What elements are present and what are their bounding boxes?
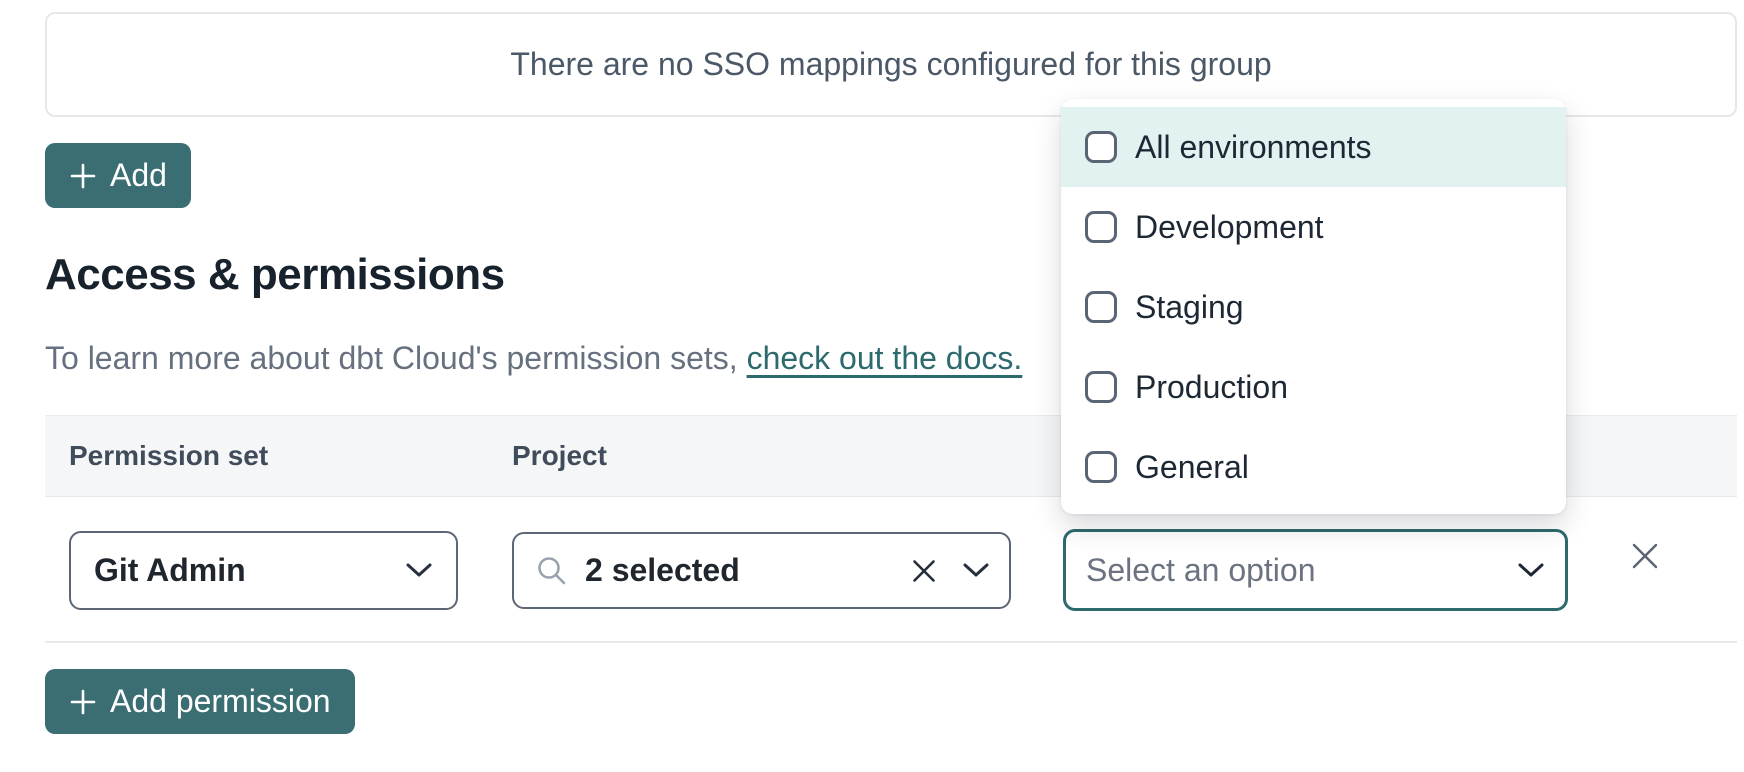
add-permission-button[interactable]: Add permission	[45, 669, 355, 734]
option-label: General	[1135, 449, 1249, 486]
checkbox[interactable]	[1085, 211, 1117, 243]
dropdown-option-production[interactable]: Production	[1061, 347, 1566, 427]
plus-icon	[69, 162, 97, 190]
add-permission-button-label: Add permission	[110, 683, 331, 720]
sso-empty-message: There are no SSO mappings configured for…	[510, 46, 1271, 83]
dropdown-option-staging[interactable]: Staging	[1061, 267, 1566, 347]
dropdown-option-all-environments[interactable]: All environments	[1061, 107, 1566, 187]
permission-table-row: Git Admin 2 selected Select an option	[45, 497, 1737, 643]
section-description: To learn more about dbt Cloud's permissi…	[45, 340, 1022, 377]
docs-link[interactable]: check out the docs.	[747, 340, 1023, 376]
option-label: All environments	[1135, 129, 1372, 166]
option-label: Production	[1135, 369, 1288, 406]
remove-row-icon	[1630, 541, 1660, 571]
permission-set-value: Git Admin	[94, 552, 406, 589]
environment-select[interactable]: Select an option	[1063, 529, 1568, 611]
checkbox[interactable]	[1085, 131, 1117, 163]
checkbox[interactable]	[1085, 451, 1117, 483]
checkbox[interactable]	[1085, 371, 1117, 403]
plus-icon	[69, 688, 97, 716]
add-sso-mapping-button[interactable]: Add	[45, 143, 191, 208]
project-multiselect[interactable]: 2 selected	[512, 532, 1011, 609]
chevron-down-icon	[406, 563, 432, 578]
project-selected-count: 2 selected	[585, 552, 911, 589]
option-label: Staging	[1135, 289, 1244, 326]
chevron-down-icon	[1518, 563, 1544, 578]
column-header-permission-set: Permission set	[69, 440, 268, 472]
add-button-label: Add	[110, 157, 167, 194]
permission-set-select[interactable]: Git Admin	[69, 531, 458, 610]
clear-x-icon[interactable]	[911, 558, 937, 584]
chevron-down-icon	[963, 563, 989, 578]
description-text: To learn more about dbt Cloud's permissi…	[45, 340, 747, 376]
checkbox[interactable]	[1085, 291, 1117, 323]
search-icon	[535, 554, 569, 588]
page-title: Access & permissions	[45, 250, 505, 300]
dropdown-option-general[interactable]: General	[1061, 427, 1566, 507]
remove-row-button[interactable]	[1623, 534, 1667, 578]
environment-placeholder: Select an option	[1086, 552, 1518, 589]
dropdown-option-development[interactable]: Development	[1061, 187, 1566, 267]
option-label: Development	[1135, 209, 1324, 246]
column-header-project: Project	[512, 440, 607, 472]
environment-dropdown-panel: All environments Development Staging Pro…	[1061, 99, 1566, 514]
